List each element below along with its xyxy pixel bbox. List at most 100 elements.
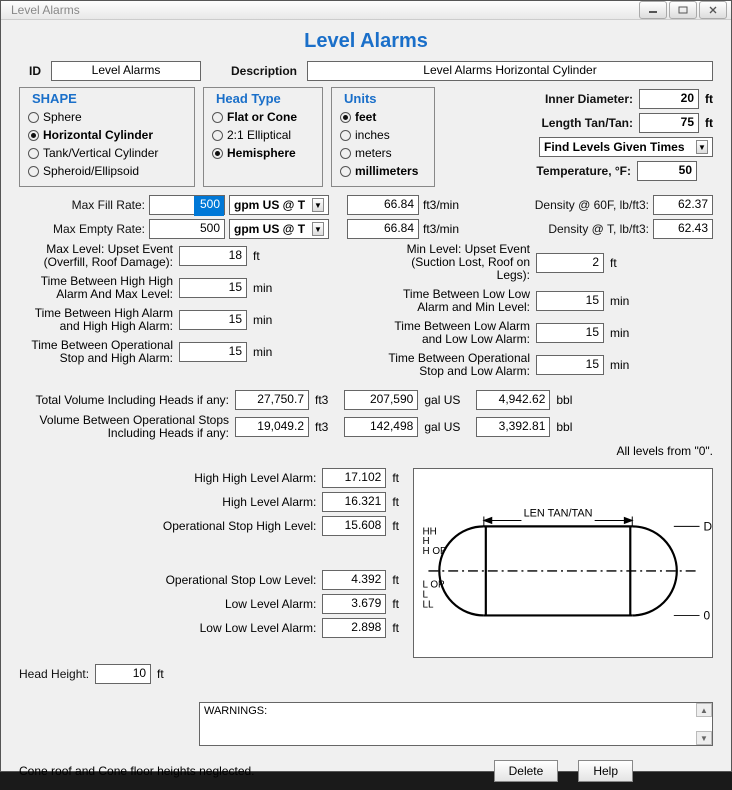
max-fill-field[interactable]: 500: [149, 195, 225, 215]
t-hhh-field[interactable]: 15: [179, 310, 247, 330]
levels-note: All levels from "0".: [19, 444, 713, 458]
high-side: Max Level: Upset Event (Overfill, Roof D…: [19, 243, 356, 384]
chevron-down-icon: ▼: [312, 198, 324, 212]
level-alarms-window: Level Alarms Level Alarms ID Level Alarm…: [0, 0, 732, 772]
description-label: Description: [231, 64, 297, 78]
empty-unit-dropdown[interactable]: gpm US @ T▼: [229, 219, 329, 239]
warnings-box[interactable]: WARNINGS: ▲▼: [199, 702, 713, 746]
shape-spheroid[interactable]: Spheroid/Ellipsoid: [28, 162, 186, 180]
minimize-button[interactable]: [639, 1, 667, 19]
length-field[interactable]: 75: [639, 113, 699, 133]
footer: Cone roof and Cone floor heights neglect…: [19, 760, 713, 782]
units-mm[interactable]: millimeters: [340, 162, 426, 180]
t-hhmax-label: Time Between High High Alarm And Max Lev…: [19, 275, 173, 301]
head-height-row: Head Height: 10 ft: [19, 664, 713, 684]
units-feet[interactable]: feet: [340, 108, 426, 126]
t-oph-field[interactable]: 15: [179, 342, 247, 362]
svg-text:D: D: [704, 519, 712, 533]
opl-field: 4.392: [322, 570, 386, 590]
fill-ft3-field: 66.84: [347, 195, 419, 215]
totvol-label: Total Volume Including Heads if any:: [19, 394, 229, 407]
vessel-diagram: LEN TAN/TAN D 0 HH H H OP L OP L LL: [413, 468, 713, 658]
svg-text:H OP: H OP: [422, 546, 447, 557]
window-controls: [639, 1, 727, 19]
shape-tank[interactable]: Tank/Vertical Cylinder: [28, 144, 186, 162]
t-hhmax-field[interactable]: 15: [179, 278, 247, 298]
density60-field[interactable]: 62.37: [653, 195, 713, 215]
inner-diam-field[interactable]: 20: [639, 89, 699, 109]
description-field[interactable]: Level Alarms Horizontal Cylinder: [307, 61, 713, 81]
density60-label: Density @ 60F, lb/ft3:: [523, 198, 649, 212]
t-llmin-field[interactable]: 15: [536, 291, 604, 311]
titlebar: Level Alarms: [1, 1, 731, 20]
t-hhh-label: Time Between High Alarm and High High Al…: [19, 307, 173, 333]
maximize-button[interactable]: [669, 1, 697, 19]
totvol-ft3: 27,750.7: [235, 390, 309, 410]
head-height-label: Head Height:: [19, 667, 89, 681]
densityT-field: 62.43: [653, 219, 713, 239]
head-elliptical[interactable]: 2:1 Elliptical: [212, 126, 314, 144]
opvol-bbl: 3,392.81: [476, 417, 550, 437]
h-label: High Level Alarm:: [116, 495, 316, 509]
shape-horizontal-cylinder[interactable]: Horizontal Cylinder: [28, 126, 186, 144]
densityT-label: Density @ T, lb/ft3:: [523, 222, 649, 236]
head-flat[interactable]: Flat or Cone: [212, 108, 314, 126]
chevron-down-icon: ▼: [696, 731, 712, 745]
page-title: Level Alarms: [19, 30, 713, 53]
fill-unit-dropdown[interactable]: gpm US @ T▼: [229, 195, 329, 215]
t-llmin-label: Time Between Low Low Alarm and Min Level…: [376, 288, 530, 314]
head-height-field: 10: [95, 664, 151, 684]
head-type-legend: Head Type: [212, 91, 285, 106]
head-type-group: Head Type Flat or Cone 2:1 Elliptical He…: [203, 87, 323, 187]
low-side: Min Level: Upset Event (Suction Lost, Ro…: [376, 243, 713, 384]
head-hemisphere[interactable]: Hemisphere: [212, 144, 314, 162]
l-field: 3.679: [322, 594, 386, 614]
units-legend: Units: [340, 91, 381, 106]
opvol-ft3: 19,049.2: [235, 417, 309, 437]
window-title: Level Alarms: [5, 3, 639, 17]
min-level-label: Min Level: Upset Event (Suction Lost, Ro…: [376, 243, 530, 282]
svg-text:LEN TAN/TAN: LEN TAN/TAN: [524, 507, 593, 519]
temp-label: Temperature, °F:: [536, 164, 631, 178]
oph-label: Operational Stop High Level:: [116, 519, 316, 533]
h-field: 16.321: [322, 492, 386, 512]
l-label: Low Level Alarm:: [116, 597, 316, 611]
max-fill-label: Max Fill Rate:: [19, 198, 145, 212]
id-field[interactable]: Level Alarms: [51, 61, 201, 81]
shape-legend: SHAPE: [28, 91, 81, 106]
totvol-gal: 207,590: [344, 390, 418, 410]
opvol-label: Volume Between Operational Stops Includi…: [19, 414, 229, 440]
units-inches[interactable]: inches: [340, 126, 426, 144]
shape-group: SHAPE Sphere Horizontal Cylinder Tank/Ve…: [19, 87, 195, 187]
t-lll-field[interactable]: 15: [536, 323, 604, 343]
t-opl-field[interactable]: 15: [536, 355, 604, 375]
svg-text:LL: LL: [422, 600, 433, 611]
hh-label: High High Level Alarm:: [116, 471, 316, 485]
units-group: Units feet inches meters millimeters: [331, 87, 435, 187]
ll-field: 2.898: [322, 618, 386, 638]
shape-sphere[interactable]: Sphere: [28, 108, 186, 126]
id-description-row: ID Level Alarms Description Level Alarms…: [19, 61, 713, 81]
min-level-field[interactable]: 2: [536, 253, 604, 273]
mode-dropdown[interactable]: Find Levels Given Times▼: [539, 137, 713, 157]
t-lll-label: Time Between Low Alarm and Low Low Alarm…: [376, 320, 530, 346]
chevron-down-icon: ▼: [312, 222, 324, 236]
svg-text:0: 0: [704, 608, 711, 622]
max-empty-field[interactable]: 500: [149, 219, 225, 239]
max-level-field[interactable]: 18: [179, 246, 247, 266]
max-level-label: Max Level: Upset Event (Overfill, Roof D…: [19, 243, 173, 269]
t-oph-label: Time Between Operational Stop and High A…: [19, 339, 173, 365]
content-area: Level Alarms ID Level Alarms Description…: [1, 20, 731, 790]
help-button[interactable]: Help: [578, 760, 633, 782]
warnings-row: WARNINGS: ▲▼: [199, 702, 713, 746]
ll-label: Low Low Level Alarm:: [116, 621, 316, 635]
footer-note: Cone roof and Cone floor heights neglect…: [19, 764, 474, 778]
temp-field[interactable]: 50: [637, 161, 697, 181]
oph-field: 15.608: [322, 516, 386, 536]
delete-button[interactable]: Delete: [494, 760, 559, 782]
units-meters[interactable]: meters: [340, 144, 426, 162]
scroll-arrows[interactable]: ▲▼: [696, 703, 712, 745]
t-opl-label: Time Between Operational Stop and Low Al…: [376, 352, 530, 378]
levels-left: High High Level Alarm:17.102ft High Leve…: [19, 468, 399, 658]
close-button[interactable]: [699, 1, 727, 19]
